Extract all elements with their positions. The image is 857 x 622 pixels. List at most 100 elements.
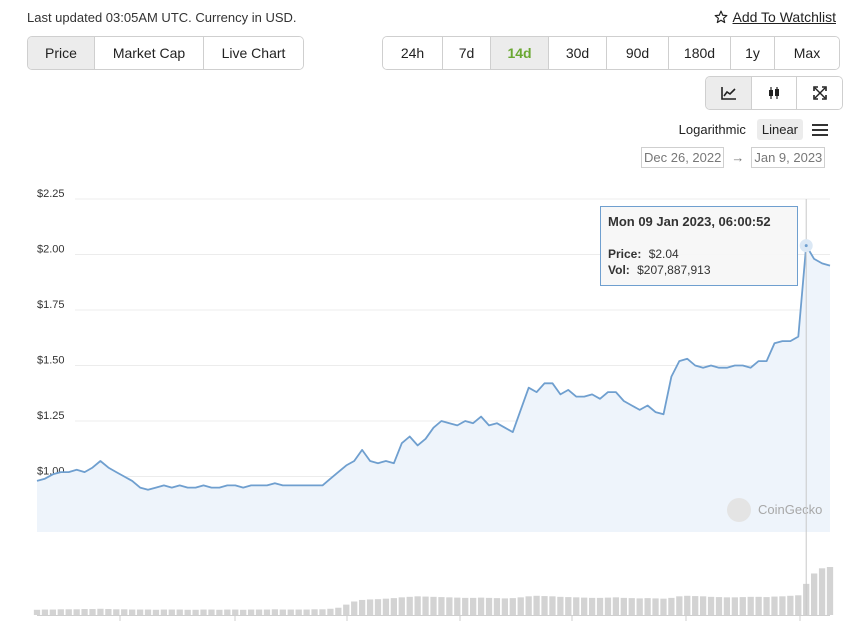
volume-bar	[232, 609, 239, 615]
volume-bar	[493, 598, 501, 615]
volume-bar	[541, 596, 548, 615]
volume-bar	[216, 609, 223, 615]
volume-bar	[810, 573, 818, 615]
volume-bar	[485, 597, 493, 615]
volume-bar	[129, 609, 136, 615]
volume-bar	[144, 609, 152, 615]
gecko-logo-icon	[727, 498, 751, 522]
tooltip-title: Mon 09 Jan 2023, 06:00:52	[608, 214, 771, 229]
volume-bar	[684, 595, 691, 615]
volume-bar	[795, 595, 802, 615]
volume-bar	[89, 609, 96, 615]
volume-bar	[406, 596, 413, 615]
volume-bar	[200, 609, 207, 615]
volume-bar	[136, 609, 144, 615]
volume-bar	[73, 609, 80, 615]
volume-bar	[676, 596, 683, 615]
price-chart: $2.25$2.00$1.75$1.50$1.25$1.00$0.750000 …	[33, 188, 834, 621]
tooltip-price-value: $2.04	[649, 247, 679, 261]
volume-bar	[366, 599, 374, 615]
price-tooltip: Mon 09 Jan 2023, 06:00:52 Price: $2.04 V…	[600, 206, 798, 286]
volume-bar	[596, 597, 604, 615]
volume-bar	[263, 609, 271, 615]
volume-bar	[295, 609, 302, 615]
y-tick-label: $2.25	[37, 188, 65, 200]
volume-bar	[652, 598, 659, 615]
volume-bar	[382, 598, 390, 615]
volume-bar	[581, 597, 588, 615]
volume-bar	[49, 609, 57, 615]
tooltip-vol-label: Vol:	[608, 263, 630, 277]
volume-bar	[668, 597, 675, 615]
volume-bar	[771, 596, 778, 615]
volume-bar	[390, 598, 397, 615]
volume-bar	[723, 597, 731, 615]
volume-bar	[763, 597, 770, 615]
volume-bar	[374, 599, 382, 615]
volume-bar	[184, 609, 191, 615]
volume-bar	[255, 609, 263, 615]
volume-bar	[787, 595, 794, 615]
volume-bar	[113, 609, 120, 615]
volume-bar	[644, 598, 651, 615]
volume-bar	[271, 609, 279, 615]
price-area	[37, 245, 830, 532]
volume-bar	[747, 596, 754, 615]
volume-bar	[462, 597, 469, 615]
volume-bar	[604, 597, 612, 615]
volume-bar	[33, 609, 41, 615]
volume-bar	[573, 597, 580, 615]
volume-bar	[398, 597, 405, 615]
volume-bar	[501, 598, 509, 615]
volume-bar	[224, 609, 231, 615]
volume-bar	[97, 608, 104, 615]
hover-point	[799, 239, 813, 253]
volume-bar	[477, 597, 485, 615]
volume-bar	[699, 596, 707, 615]
volume-bar	[240, 609, 247, 615]
volume-bar	[755, 596, 762, 615]
volume-bar	[430, 596, 437, 615]
volume-bar	[192, 609, 199, 615]
y-tick-label: $2.00	[37, 244, 65, 256]
volume-bar	[81, 609, 88, 615]
volume-bar	[311, 609, 318, 615]
volume-bar	[470, 597, 477, 615]
volume-bar	[739, 597, 746, 615]
volume-bar	[57, 609, 64, 615]
tooltip-price: Price: $2.04	[608, 247, 679, 261]
volume-bar	[731, 597, 738, 615]
volume-bar	[525, 596, 532, 615]
volume-bar	[692, 596, 699, 615]
volume-bar	[160, 609, 168, 615]
volume-bars	[33, 567, 834, 621]
volume-bar	[41, 609, 49, 615]
volume-bar	[414, 596, 421, 615]
volume-bar	[707, 596, 715, 615]
volume-bar	[327, 608, 334, 615]
volume-bar	[152, 609, 160, 615]
volume-bar	[454, 597, 461, 615]
watermark-text: CoinGecko	[758, 502, 822, 517]
volume-bar	[247, 609, 255, 615]
volume-bar	[358, 599, 366, 615]
volume-bar	[351, 601, 358, 615]
volume-bar	[176, 609, 183, 615]
volume-bar	[549, 596, 556, 615]
volume-bar	[121, 609, 128, 615]
volume-bar	[303, 609, 310, 615]
tooltip-price-label: Price:	[608, 247, 641, 261]
volume-bar	[628, 598, 635, 615]
y-tick-label: $1.75	[37, 299, 65, 311]
volume-bar	[818, 568, 826, 615]
volume-bar	[287, 609, 294, 615]
volume-bar	[557, 596, 564, 615]
volume-bar	[517, 597, 524, 615]
volume-bar	[319, 609, 326, 615]
volume-bar	[168, 609, 175, 615]
volume-bar	[343, 604, 350, 615]
volume-bar	[565, 597, 572, 615]
volume-bar	[533, 595, 540, 615]
volume-bar	[636, 598, 643, 615]
y-tick-label: $1.50	[37, 355, 65, 367]
